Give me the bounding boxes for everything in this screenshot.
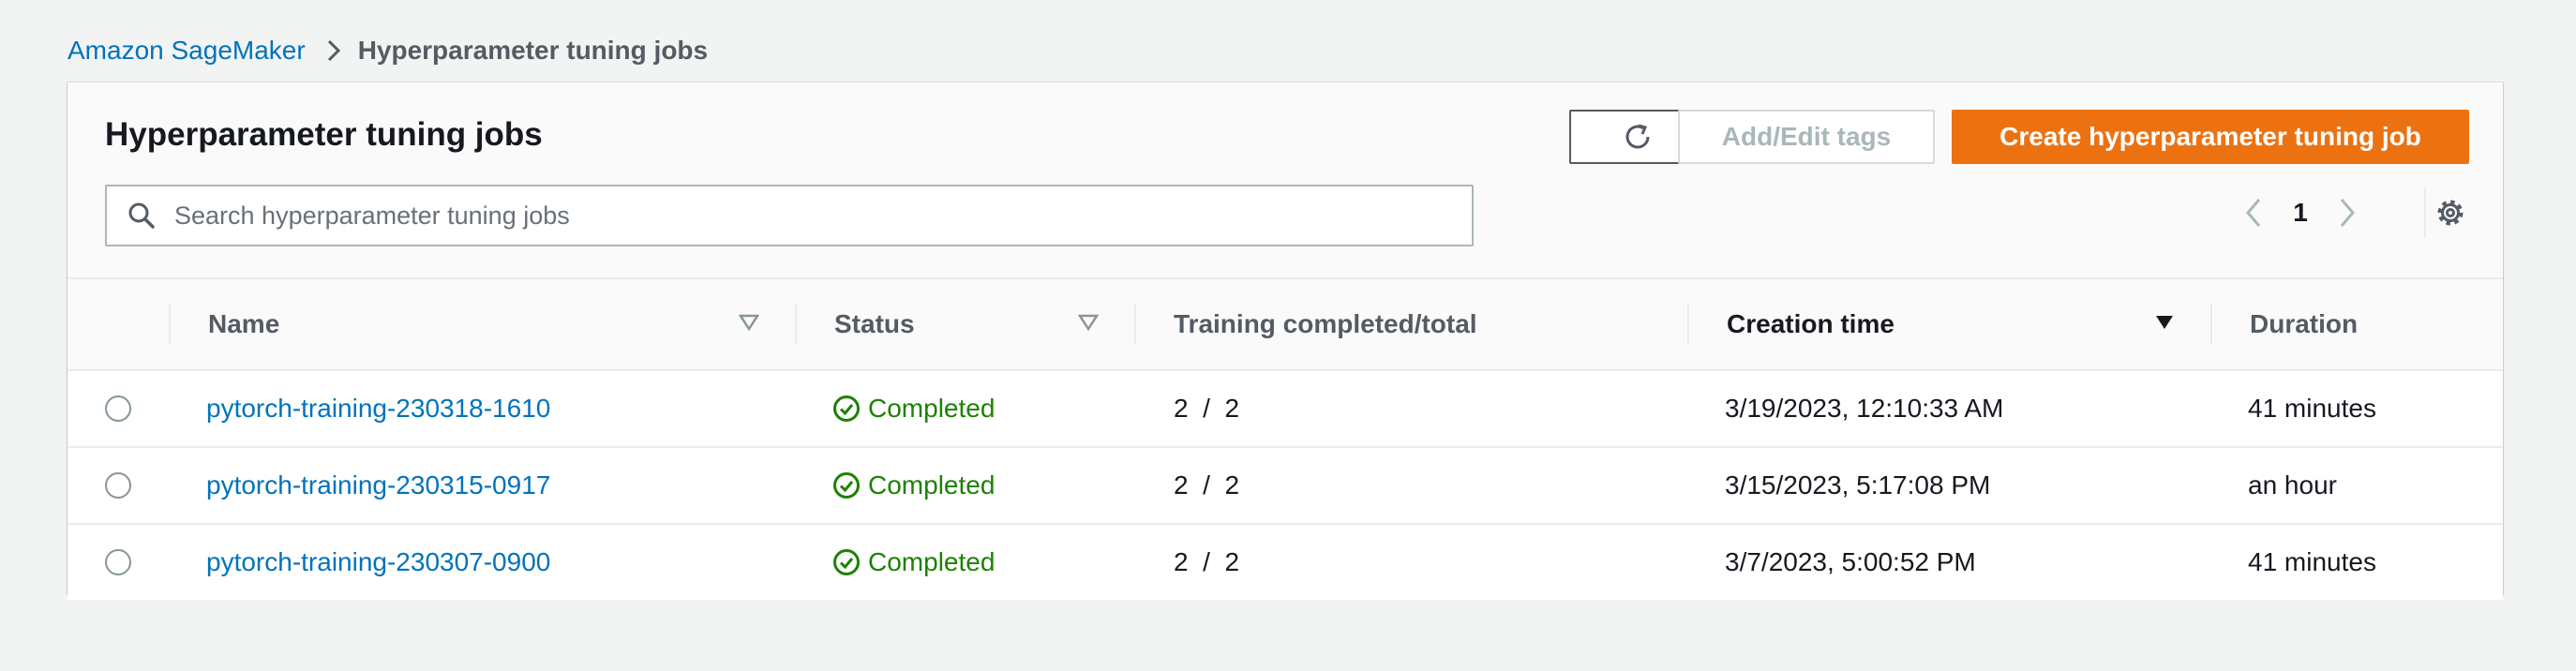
sort-icon[interactable] (1078, 313, 1099, 332)
column-divider (169, 304, 171, 345)
breadcrumb-link-sagemaker[interactable]: Amazon SageMaker (67, 36, 306, 66)
row-select-radio[interactable] (105, 472, 131, 499)
current-page-number[interactable]: 1 (2272, 198, 2329, 228)
chevron-right-icon (326, 38, 341, 63)
column-header-status[interactable]: Status (834, 279, 915, 369)
table-row: pytorch-training-230307-0900 Completed 2… (67, 525, 2503, 600)
pager-divider (2424, 187, 2426, 238)
row-select-radio[interactable] (105, 395, 131, 422)
refresh-icon (1621, 120, 1655, 154)
column-header-name[interactable]: Name (208, 279, 279, 369)
status-text: Completed (868, 547, 996, 576)
next-page-icon[interactable] (2329, 197, 2366, 229)
column-header-training[interactable]: Training completed/total (1174, 279, 1477, 369)
status-badge: Completed (832, 371, 995, 446)
page-title: Hyperparameter tuning jobs (105, 116, 543, 153)
creation-time: 3/15/2023, 5:17:08 PM (1725, 470, 1991, 500)
search-input[interactable] (172, 200, 1470, 231)
job-name-link[interactable]: pytorch-training-230318-1610 (206, 394, 550, 424)
job-name-link[interactable]: pytorch-training-230307-0900 (206, 547, 550, 577)
check-circle-icon (833, 472, 860, 499)
gear-icon[interactable] (2434, 196, 2467, 230)
check-circle-icon (833, 549, 860, 575)
duration: an hour (2248, 470, 2337, 500)
sort-icon[interactable] (739, 313, 759, 332)
table-header: Name Status Training completed/total Cre… (67, 279, 2503, 371)
duration: 41 minutes (2248, 394, 2376, 423)
column-divider (1134, 304, 1136, 345)
create-tuning-job-button[interactable]: Create hyperparameter tuning job (1952, 110, 2469, 164)
table-row: pytorch-training-230318-1610 Completed 2… (67, 371, 2503, 448)
creation-time: 3/19/2023, 12:10:33 AM (1725, 394, 2004, 423)
column-header-duration[interactable]: Duration (2250, 279, 2358, 369)
training-count: 2 / 2 (1174, 470, 1240, 500)
status-text: Completed (868, 470, 996, 500)
column-header-creation-time[interactable]: Creation time (1727, 279, 1895, 369)
check-circle-icon (833, 395, 860, 422)
column-divider (2210, 304, 2212, 345)
sort-descending-icon[interactable] (2154, 313, 2175, 332)
duration: 41 minutes (2248, 547, 2376, 576)
status-badge: Completed (832, 525, 995, 600)
job-name-link[interactable]: pytorch-training-230315-0917 (206, 470, 550, 500)
row-select-radio[interactable] (105, 549, 131, 575)
search-field (105, 185, 1474, 246)
tuning-jobs-panel: Hyperparameter tuning jobs Add/Edit tags… (67, 82, 2503, 600)
training-count: 2 / 2 (1174, 394, 1240, 423)
status-badge: Completed (832, 448, 995, 523)
panel-header: Hyperparameter tuning jobs Add/Edit tags… (67, 82, 2503, 279)
status-text: Completed (868, 394, 996, 423)
tuning-jobs-table: Name Status Training completed/total Cre… (67, 279, 2503, 600)
pagination: 1 (2235, 197, 2366, 229)
column-divider (1687, 304, 1689, 345)
previous-page-icon[interactable] (2235, 197, 2272, 229)
breadcrumb: Amazon SageMaker Hyperparameter tuning j… (67, 36, 708, 66)
training-count: 2 / 2 (1174, 547, 1240, 576)
search-icon (127, 201, 156, 230)
add-edit-tags-button[interactable]: Add/Edit tags (1678, 110, 1935, 164)
column-divider (795, 304, 797, 345)
breadcrumb-current: Hyperparameter tuning jobs (357, 36, 709, 65)
table-row: pytorch-training-230315-0917 Completed 2… (67, 448, 2503, 525)
creation-time: 3/7/2023, 5:00:52 PM (1725, 547, 1976, 576)
